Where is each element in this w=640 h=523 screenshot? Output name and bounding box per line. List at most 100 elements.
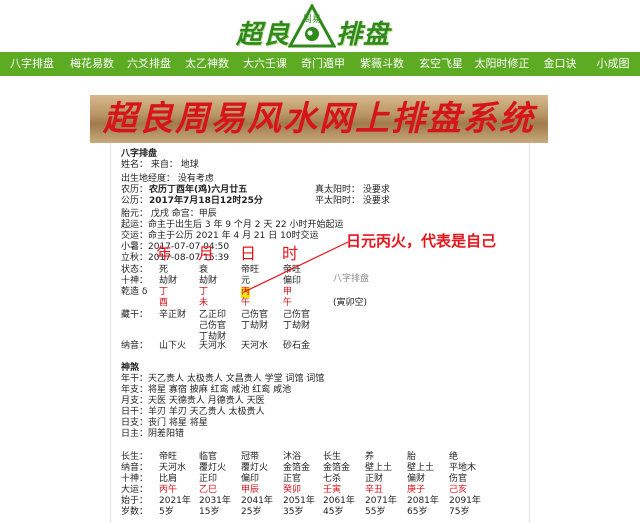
shensha-row: 年支：将星 寡宿 披麻 红鸾 咸池 红鸾 咸池 (121, 385, 292, 395)
status-year: 死 (159, 265, 169, 275)
nav-meihua[interactable]: 梅花易数 (64, 52, 120, 76)
dayun-shishen-row-cell: 正印 (199, 474, 218, 484)
nav-qimen[interactable]: 奇门遁甲 (294, 52, 352, 76)
annotation-arrow (243, 241, 349, 293)
dayun-changsheng-row-cell: 长生 (323, 452, 342, 462)
gan-month: 丁 (199, 287, 209, 297)
dayun-start-row-cell: 2081年 (407, 496, 439, 506)
banner-title: 超良周易风水网上排盘系统 (103, 99, 535, 139)
taiyuan-row: 胎元： 戊戌 命宫：甲辰 (121, 209, 217, 219)
true-solar-time: 真太阳时： 没要求 (315, 185, 390, 195)
shensha-title: 神煞 (121, 363, 140, 373)
dayun-shishen-row-cell: 伤官 (449, 474, 468, 484)
annotation-note: 日元丙火，代表是自己 (346, 232, 497, 250)
shishen-year: 劫财 (159, 276, 178, 286)
dayun-dayun-row-cell: 乙巳 (199, 485, 218, 495)
dayun-start-row-cell: 2061年 (323, 496, 355, 506)
nav-xuankong[interactable]: 玄空飞星 (412, 52, 470, 76)
status-label: 状态： (121, 265, 149, 275)
qiyun-row: 起运：命主于出生后 3 年 9 个月 2 天 22 小时开始起运 (121, 220, 344, 230)
dayun-age-row-cell: 65岁 (407, 507, 428, 517)
birthplace-row: 出生地经度： 没有考虑 (121, 174, 214, 184)
canggan-day-1: 己伤官 (241, 310, 269, 320)
shensha-row: 日支：丧门 将星 将星 (121, 418, 208, 428)
dayun-changsheng-row-cell: 胎 (407, 452, 417, 462)
site-header: 超良 周易 排盘 (0, 0, 640, 52)
dayun-nayin-row-cell: 壁上土 (407, 463, 435, 473)
logo-text-right: 排盘 (336, 20, 391, 50)
dayun-age-row-cell: 5岁 (159, 507, 174, 517)
nav-jinkoujue[interactable]: 金口诀 (534, 52, 586, 76)
canggan-label: 藏干： (121, 310, 149, 320)
dayun-dayun-row-cell: 癸卯 (283, 485, 302, 495)
dayun-changsheng-row-cell: 帝旺 (159, 452, 178, 462)
dayun-nayin-row-cell: 金箔金 (283, 463, 311, 473)
dayun-start-row-cell: 2021年 (159, 496, 191, 506)
nayin-hour: 砂石金 (283, 341, 311, 351)
logo-tri-text: 周易 (303, 14, 321, 25)
dayun-dayun-row-cell: 壬寅 (323, 485, 342, 495)
nav-xiaochengtu[interactable]: 小成图 (586, 52, 640, 76)
canggan-hour-2: 丁劫财 (283, 321, 311, 331)
qianzao-label: 乾造 δ (121, 287, 148, 297)
dayun-age-row-cell: 55岁 (365, 507, 386, 517)
dayun-shishen-row-cell: 偏印 (241, 474, 260, 484)
site-logo[interactable]: 超良 周易 排盘 (230, 2, 410, 50)
dayun-changsheng-row-cell: 沐浴 (283, 452, 302, 462)
zhi-day: 午 (241, 298, 251, 308)
status-month: 衰 (199, 265, 209, 275)
zhi-year: 酉 (159, 298, 169, 308)
annotation-year-label: 年 (156, 244, 173, 263)
dayun-nayin-row-cell: 覆灯火 (241, 463, 269, 473)
main-nav: 八字排盘 梅花易数 六爻排盘 太乙神数 大六壬课 奇门遁甲 紫薇斗数 玄空飞星 … (0, 52, 640, 76)
shensha-row: 日干：羊刃 羊刃 天乙贵人 太极贵人 (121, 407, 265, 417)
nav-bazi[interactable]: 八字排盘 (0, 52, 64, 76)
dayun-changsheng-row-label: 长生： (121, 452, 149, 462)
lunar-date: 农历丁酉年(鸡)六月廿五 (149, 185, 248, 195)
nayin-year: 山下火 (159, 341, 187, 351)
bagua-triangle-icon: 周易 (288, 4, 336, 48)
dayun-age-row-cell: 35岁 (283, 507, 304, 517)
dayun-changsheng-row-cell: 临官 (199, 452, 218, 462)
shensha-row: 日主：阴差阳错 (121, 429, 185, 439)
dayun-start-row-cell: 2031年 (199, 496, 231, 506)
dayun-dayun-row-cell: 庚子 (407, 485, 426, 495)
shishen-label: 十神： (121, 276, 149, 286)
name-row: 姓名： 来自： 地球 (121, 160, 199, 170)
dayun-age-row-cell: 25岁 (241, 507, 262, 517)
shishen-month: 劫财 (199, 276, 218, 286)
lunar-label: 农历： (121, 185, 149, 195)
dayun-age-row-cell: 75岁 (449, 507, 470, 517)
dayun-start-row-label: 始于： (121, 496, 149, 506)
zhi-month: 未 (199, 298, 209, 308)
dayun-nayin-row-cell: 壁上土 (365, 463, 393, 473)
canggan-day-2: 丁劫财 (241, 321, 269, 331)
dayun-dayun-row-cell: 丙午 (159, 485, 178, 495)
dayun-shishen-row-cell: 比肩 (159, 474, 178, 484)
dayun-start-row-cell: 2041年 (241, 496, 273, 506)
nav-ziwei[interactable]: 紫薇斗数 (352, 52, 412, 76)
dayun-shishen-row-cell: 偏财 (407, 474, 426, 484)
dayun-shishen-row-label: 十神： (121, 474, 149, 484)
dayun-nayin-row-cell: 平地木 (449, 463, 477, 473)
nayin-month: 天河水 (199, 341, 227, 351)
dayun-shishen-row-cell: 正财 (365, 474, 384, 484)
shensha-row: 年干：天乙贵人 太极贵人 文昌贵人 学堂 词馆 词馆 (121, 374, 325, 384)
dayun-changsheng-row-cell: 养 (365, 452, 375, 462)
gan-year: 丁 (159, 287, 169, 297)
dayun-nayin-row-label: 纳音： (121, 463, 149, 473)
nav-daliuren[interactable]: 大六壬课 (236, 52, 294, 76)
dayun-dayun-row-cell: 甲辰 (241, 485, 260, 495)
nav-taiyi[interactable]: 太乙神数 (178, 52, 236, 76)
dayun-dayun-row-cell: 己亥 (449, 485, 468, 495)
dayun-changsheng-row-cell: 冠带 (241, 452, 260, 462)
nav-taiyangshi[interactable]: 太阳时修正 (470, 52, 534, 76)
dayun-age-row-cell: 45岁 (323, 507, 344, 517)
canggan-month-2: 己伤官 (199, 321, 227, 331)
canggan-year-1: 辛正财 (159, 310, 187, 320)
bazi-result-card: 八字排盘 姓名： 来自： 地球 出生地经度： 没有考虑 农历： 农历丁酉年(鸡)… (110, 143, 530, 523)
kongwang: (寅卯空) (333, 298, 368, 308)
solar-label: 公历： (121, 196, 149, 206)
solar-date: 2017年7月18日12时25分 (149, 196, 263, 206)
nav-liuyao[interactable]: 六爻排盘 (120, 52, 178, 76)
